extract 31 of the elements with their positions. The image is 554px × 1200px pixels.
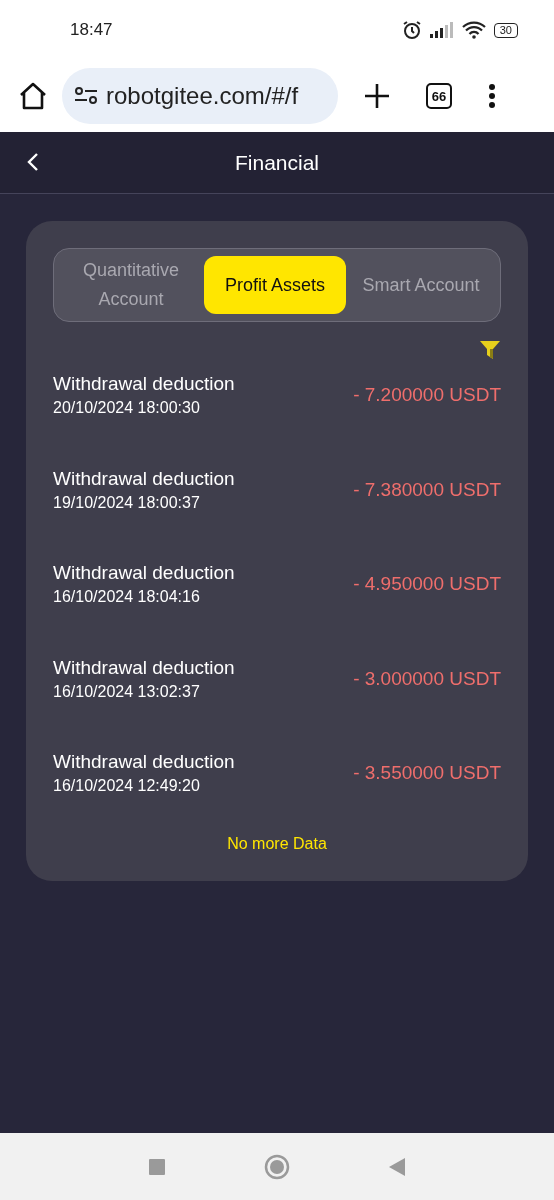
menu-icon[interactable] — [488, 83, 496, 109]
record-title: Withdrawal deduction — [53, 467, 235, 490]
record-amount: - 3.550000 USDT — [353, 762, 501, 785]
record-time: 16/10/2024 12:49:20 — [53, 777, 201, 796]
record-time: 19/10/2024 18:00:37 — [53, 493, 201, 512]
record-amount: - 4.950000 USDT — [353, 573, 501, 596]
back-icon[interactable] — [26, 152, 40, 172]
record-time: 16/10/2024 18:04:16 — [53, 588, 201, 607]
address-bar[interactable]: robotgitee.com/#/f — [62, 68, 338, 124]
site-settings-icon[interactable] — [74, 86, 98, 106]
page-title: Financial — [234, 150, 319, 175]
status-time: 18:47 — [70, 20, 113, 40]
tab[interactable]: Profit Assets — [204, 256, 346, 314]
record-title: Withdrawal deduction — [53, 656, 235, 679]
end-of-list-note: No more Data — [226, 834, 328, 853]
record-amount: - 7.200000 USDT — [353, 384, 501, 407]
wifi-icon — [461, 21, 486, 39]
tab-count[interactable]: 66 — [426, 83, 452, 109]
record-amount: - 3.000000 USDT — [353, 667, 501, 690]
record-amount: - 7.380000 USDT — [353, 478, 501, 501]
new-tab-icon[interactable] — [364, 83, 390, 109]
filter-icon[interactable] — [479, 340, 501, 360]
record-title: Withdrawal deduction — [53, 373, 235, 396]
home-icon[interactable] — [18, 82, 48, 110]
alarm-icon — [401, 20, 422, 40]
signal-icon — [429, 22, 454, 38]
record-title: Withdrawal deduction — [53, 751, 235, 774]
record-time: 16/10/2024 13:02:37 — [53, 682, 201, 701]
record-title: Withdrawal deduction — [53, 562, 235, 585]
battery-level: 30 — [493, 22, 518, 38]
record-time: 20/10/2024 18:00:30 — [53, 399, 201, 418]
